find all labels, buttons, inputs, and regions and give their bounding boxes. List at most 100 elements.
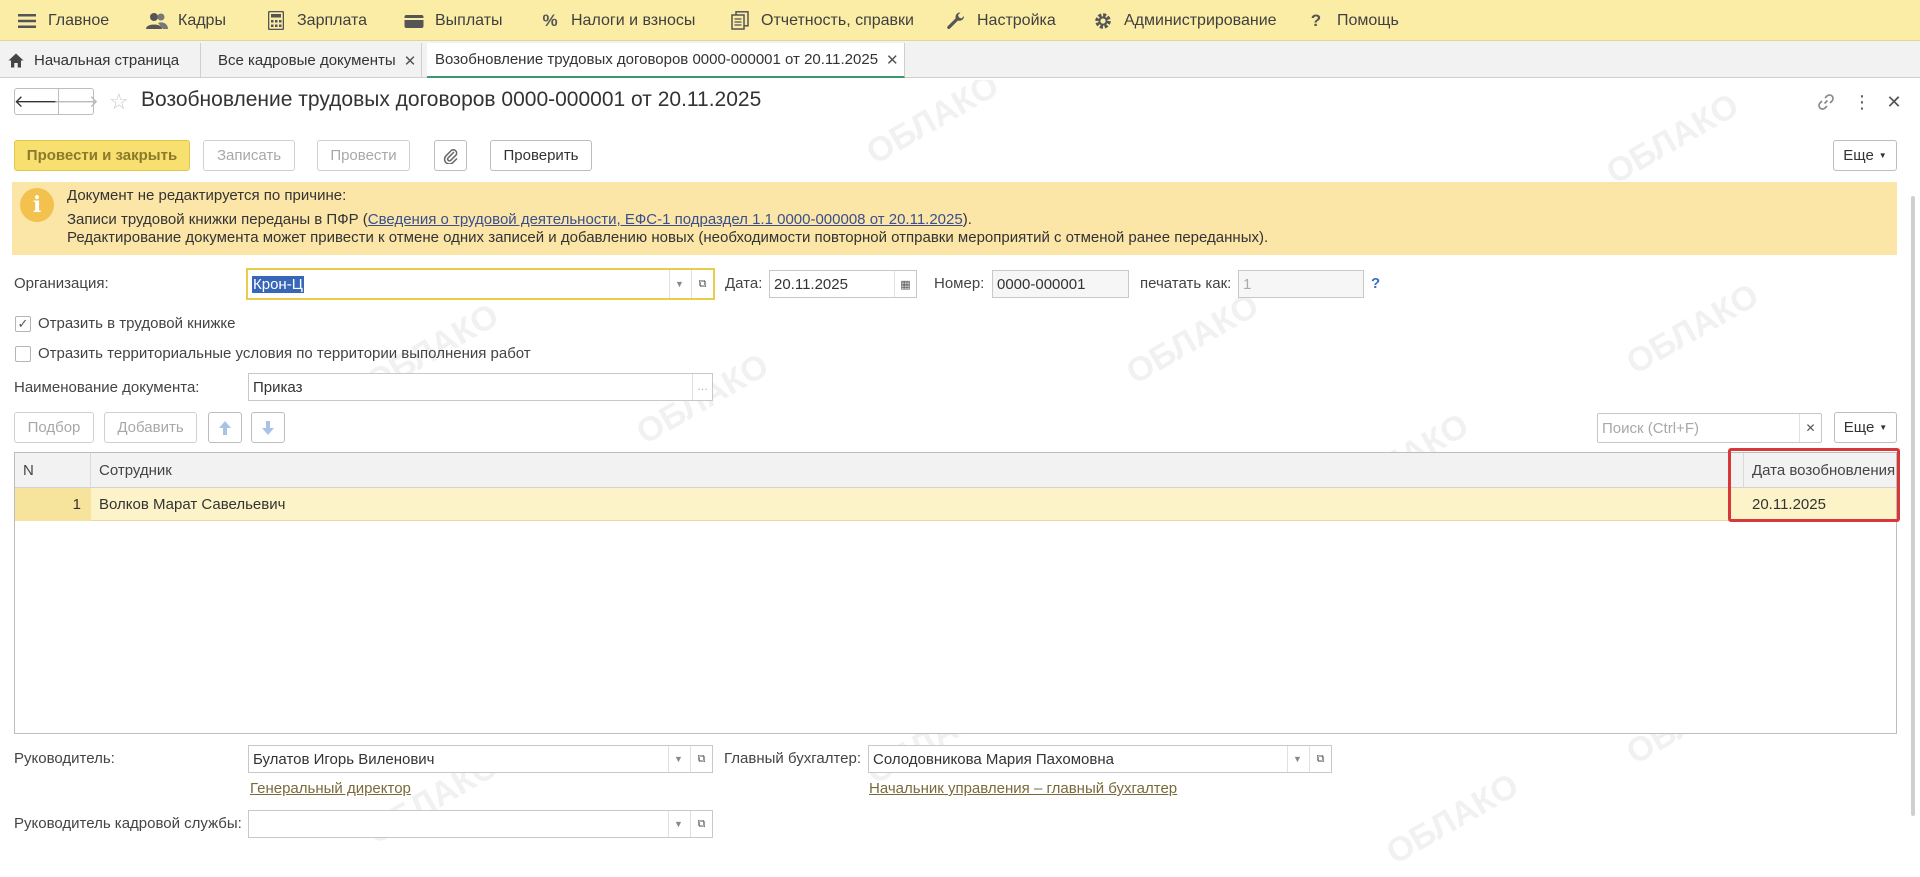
open-icon[interactable]: ⧉	[1309, 746, 1331, 772]
head-value: Булатов Игорь Виленович	[253, 750, 435, 768]
menu-item-main[interactable]: Главное	[16, 0, 109, 41]
wrench-icon	[945, 10, 967, 32]
print-as-field[interactable]: 1	[1238, 270, 1364, 298]
help-icon[interactable]: ?	[1371, 275, 1380, 292]
search-input[interactable]: Поиск (Ctrl+F) ✕	[1597, 413, 1822, 443]
head-label: Руководитель:	[14, 750, 115, 767]
move-up-button[interactable]	[208, 412, 242, 443]
check-button[interactable]: Проверить	[490, 140, 592, 171]
menu-label: Отчетность, справки	[761, 11, 914, 29]
page-title: Возобновление трудовых договоров 0000-00…	[141, 88, 762, 111]
close-icon[interactable]: ✕	[886, 51, 899, 69]
menu-item-staff[interactable]: Кадры	[146, 0, 226, 41]
chevron-down-icon[interactable]: ▼	[668, 746, 688, 772]
menu-item-taxes[interactable]: % Налоги и взносы	[539, 0, 695, 41]
open-icon[interactable]: ⧉	[691, 270, 713, 298]
row-employee[interactable]: Волков Марат Савельевич	[99, 488, 285, 521]
print-as-label: печатать как:	[1140, 275, 1232, 292]
more-label: Еще	[1843, 147, 1874, 164]
open-icon[interactable]: ⧉	[690, 746, 712, 772]
warning-line-3: Редактирование документа может привести …	[67, 229, 1269, 246]
warning-line-1: Документ не редактируется по причине:	[67, 187, 347, 204]
attach-button[interactable]	[434, 140, 467, 171]
reports-icon	[729, 10, 751, 32]
chevron-down-icon: ▼	[1879, 423, 1888, 432]
close-icon[interactable]: ✕	[1884, 92, 1904, 112]
efs-document-link[interactable]: Сведения о трудовой деятельности, ЕФС-1 …	[368, 211, 963, 228]
chevron-down-icon[interactable]: ▼	[669, 270, 689, 298]
menu-label: Налоги и взносы	[571, 11, 696, 29]
tab-home[interactable]: Начальная страница	[0, 43, 201, 78]
reflect-territorial-checkbox[interactable]	[15, 346, 31, 362]
date-field[interactable]: 20.11.2025 ▦	[769, 270, 917, 298]
menu-item-help[interactable]: ? Помощь	[1305, 0, 1399, 41]
warning-line-2: Записи трудовой книжки переданы в ПФР (С…	[67, 211, 972, 228]
table-more-button[interactable]: Еще ▼	[1834, 412, 1897, 443]
link-icon[interactable]	[1816, 92, 1836, 112]
menu-item-settings[interactable]: Настройка	[945, 0, 1056, 41]
document-name-value: Приказ	[253, 378, 303, 396]
document-name-field[interactable]: Приказ …	[248, 373, 713, 401]
dropdown-icon[interactable]: …	[692, 374, 712, 400]
post-button[interactable]: Провести	[317, 140, 410, 171]
highlight-frame	[1728, 448, 1900, 522]
warning-line-2-suffix: ).	[962, 211, 972, 228]
save-button[interactable]: Записать	[203, 140, 295, 171]
menu-item-salary[interactable]: Зарплата	[265, 0, 367, 41]
close-icon[interactable]: ✕	[404, 52, 417, 70]
star-icon[interactable]: ☆	[109, 89, 129, 115]
organization-field[interactable]: Крон-Ц ▼ ⧉	[246, 268, 715, 300]
menu-label: Администрирование	[1124, 11, 1277, 29]
date-label: Дата:	[725, 275, 763, 292]
menu-label: Главное	[48, 11, 110, 29]
organization-value: Крон-Ц	[252, 275, 304, 293]
chevron-down-icon[interactable]: ▼	[1287, 746, 1307, 772]
more-button[interactable]: Еще ▼	[1833, 140, 1897, 171]
search-placeholder: Поиск (Ctrl+F)	[1602, 419, 1699, 437]
wallet-icon	[403, 10, 425, 32]
chevron-down-icon: ▼	[1878, 151, 1887, 160]
head-field[interactable]: Булатов Игорь Виленович ▼ ⧉	[248, 745, 713, 773]
head-position-link[interactable]: Генеральный директор	[250, 780, 411, 797]
accountant-field[interactable]: Солодовникова Мария Пахомовна ▼ ⧉	[868, 745, 1332, 773]
print-as-value: 1	[1243, 275, 1252, 293]
column-header-employee[interactable]: Сотрудник	[91, 453, 1744, 488]
arrow-down-icon	[261, 420, 275, 436]
open-icon[interactable]: ⧉	[690, 811, 712, 837]
menu-item-payments[interactable]: Выплаты	[403, 0, 503, 41]
menu-label: Зарплата	[297, 11, 368, 29]
accountant-position-link[interactable]: Начальник управления – главный бухгалтер	[869, 780, 1177, 797]
post-and-close-button[interactable]: Провести и закрыть	[14, 140, 190, 171]
reflect-in-workbook-checkbox[interactable]: ✓	[15, 316, 31, 332]
more-vertical-icon[interactable]: ⋮	[1852, 92, 1872, 112]
pick-button[interactable]: Подбор	[14, 412, 94, 443]
number-label: Номер:	[934, 275, 985, 292]
clear-icon[interactable]: ✕	[1799, 414, 1821, 442]
date-value: 20.11.2025	[774, 275, 848, 293]
menu-item-reports[interactable]: Отчетность, справки	[729, 0, 914, 41]
tab-current-document[interactable]: Возобновление трудовых договоров 0000-00…	[427, 43, 905, 78]
chevron-down-icon[interactable]: ▼	[668, 811, 688, 837]
warning-line-2-prefix: Записи трудовой книжки переданы в ПФР (	[67, 211, 368, 228]
hamburger-icon	[16, 10, 38, 32]
hr-head-field[interactable]: ▼ ⧉	[248, 810, 713, 838]
number-field[interactable]: 0000-000001	[992, 270, 1129, 298]
calendar-icon[interactable]: ▦	[894, 271, 916, 297]
menu-item-administration[interactable]: Администрирование	[1092, 0, 1277, 41]
table-row[interactable]: 1 Волков Марат Савельевич 20.11.2025	[15, 488, 1896, 521]
percent-icon: %	[542, 10, 558, 30]
calculator-icon	[265, 10, 287, 32]
move-down-button[interactable]	[251, 412, 285, 443]
vertical-scrollbar[interactable]	[1911, 196, 1915, 816]
forward-button[interactable]: 🡒	[53, 88, 99, 115]
menu-label: Кадры	[178, 11, 226, 29]
add-button[interactable]: Добавить	[104, 412, 197, 443]
tab-bar: Начальная страница Все кадровые документ…	[0, 41, 1920, 78]
arrow-up-icon	[218, 420, 232, 436]
arrow-right-icon: 🡒	[53, 91, 99, 111]
tab-all-hr-documents[interactable]: Все кадровые документы ✕	[210, 43, 422, 78]
reflect-territorial-label: Отразить территориальные условия по терр…	[38, 345, 531, 362]
question-icon: ?	[1310, 10, 1322, 30]
column-header-n[interactable]: N	[15, 453, 91, 488]
home-icon	[8, 53, 24, 68]
